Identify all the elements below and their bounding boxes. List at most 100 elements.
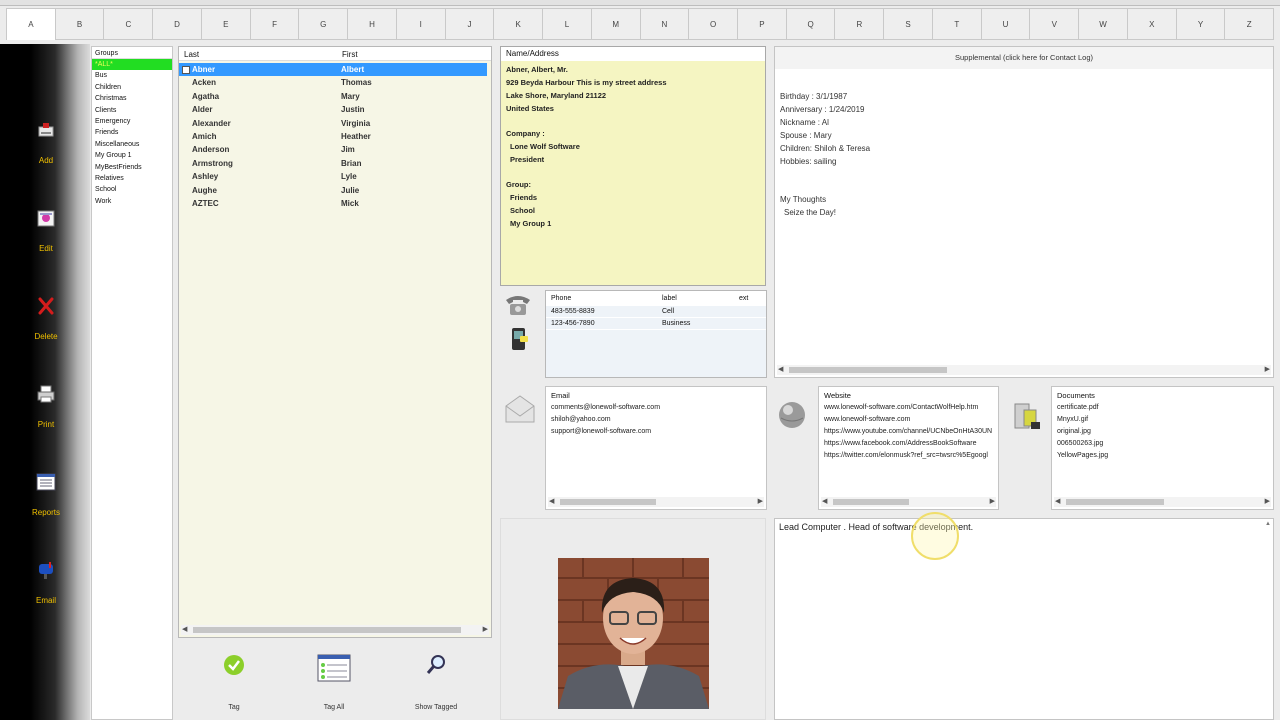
contact-row[interactable]: AZTEC Mick xyxy=(179,197,491,210)
group-item-work[interactable]: Work xyxy=(92,196,172,207)
supplemental-scrollbar[interactable]: ◀ ▶ xyxy=(777,365,1271,375)
group-item-miscellaneous[interactable]: Miscellaneous xyxy=(92,139,172,150)
tag-all-button[interactable]: Tag All xyxy=(312,654,356,711)
scroll-right-icon[interactable]: ▶ xyxy=(1265,497,1270,505)
group-item-all[interactable]: *ALL* xyxy=(92,59,172,71)
website-item[interactable]: https://www.facebook.com/AddressBookSoft… xyxy=(819,438,998,450)
scrollbar-thumb[interactable] xyxy=(560,499,656,505)
letter-tab-b[interactable]: B xyxy=(55,8,105,40)
group-item-emergency[interactable]: Emergency xyxy=(92,116,172,127)
supplemental-header[interactable]: Supplemental (click here for Contact Log… xyxy=(775,47,1273,69)
letter-tab-g[interactable]: G xyxy=(299,8,349,40)
letter-tab-z[interactable]: Z xyxy=(1225,8,1275,40)
letter-tab-l[interactable]: L xyxy=(543,8,592,40)
contact-photo[interactable] xyxy=(558,558,709,709)
website-item[interactable]: www.lonewolf-software.com/ContactWolfHel… xyxy=(819,402,998,414)
website-item[interactable]: www.lonewolf-software.com xyxy=(819,414,998,426)
scroll-left-icon[interactable]: ◀ xyxy=(822,497,827,505)
reports-button[interactable]: Reports xyxy=(30,472,62,517)
letter-tab-h[interactable]: H xyxy=(348,8,397,40)
letter-tab-t[interactable]: T xyxy=(932,8,982,40)
show-tagged-button[interactable]: Show Tagged xyxy=(408,654,464,711)
letter-tab-w[interactable]: W xyxy=(1079,8,1128,40)
delete-button[interactable]: Delete xyxy=(30,296,62,341)
scrollbar-thumb[interactable] xyxy=(193,627,461,633)
contact-row[interactable]: Acken Thomas xyxy=(179,76,491,89)
scroll-right-icon[interactable]: ▶ xyxy=(758,497,763,505)
website-item[interactable]: https://www.youtube.com/channel/UCNbeOnH… xyxy=(819,426,998,438)
letter-tab-y[interactable]: Y xyxy=(1176,8,1226,40)
scrollbar-thumb[interactable] xyxy=(833,499,909,505)
group-item-my-group-1[interactable]: My Group 1 xyxy=(92,150,172,161)
contact-row[interactable]: Amich Heather xyxy=(179,130,491,143)
document-item[interactable]: certificate.pdf xyxy=(1052,402,1273,414)
column-header-first[interactable]: First xyxy=(337,47,487,60)
contact-row[interactable]: Ashley Lyle xyxy=(179,170,491,183)
contact-row[interactable]: Armstrong Brian xyxy=(179,157,491,170)
letter-tab-a[interactable]: A xyxy=(6,8,56,40)
letter-tab-n[interactable]: N xyxy=(640,8,690,40)
scroll-left-icon[interactable]: ◀ xyxy=(182,625,187,633)
scroll-up-icon[interactable]: ▲ xyxy=(1265,521,1271,527)
print-button[interactable]: Print xyxy=(30,384,62,429)
group-item-bus[interactable]: Bus xyxy=(92,70,172,81)
scroll-right-icon[interactable]: ▶ xyxy=(990,497,995,505)
letter-tab-d[interactable]: D xyxy=(153,8,202,40)
letter-tab-p[interactable]: P xyxy=(738,8,787,40)
email-item[interactable]: comments@lonewolf-software.com xyxy=(546,402,766,414)
email-button[interactable]: Email xyxy=(30,560,62,605)
scrollbar-thumb[interactable] xyxy=(789,367,947,373)
phone-row[interactable]: 123-456-7890 Business xyxy=(546,318,766,330)
letter-tab-r[interactable]: R xyxy=(835,8,885,40)
contact-row[interactable]: Alexander Virginia xyxy=(179,117,491,130)
group-item-children[interactable]: Children xyxy=(92,82,172,93)
scroll-right-icon[interactable]: ▶ xyxy=(483,625,488,633)
scroll-left-icon[interactable]: ◀ xyxy=(1055,497,1060,505)
group-item-mybestfriends[interactable]: MyBestFriends xyxy=(92,162,172,173)
letter-tab-s[interactable]: S xyxy=(884,8,933,40)
email-scrollbar[interactable]: ◀ ▶ xyxy=(548,497,764,507)
letter-tab-c[interactable]: C xyxy=(104,8,154,40)
letter-tab-i[interactable]: I xyxy=(396,8,446,40)
email-item[interactable]: support@lonewolf-software.com xyxy=(546,426,766,438)
add-button[interactable]: Add xyxy=(30,120,62,165)
contact-row[interactable]: Alder Justin xyxy=(179,103,491,116)
letter-tab-e[interactable]: E xyxy=(201,8,251,40)
letter-tab-o[interactable]: O xyxy=(689,8,739,40)
website-item[interactable]: https://twitter.com/elonmusk?ref_src=tws… xyxy=(819,450,998,462)
edit-button[interactable]: Edit xyxy=(30,208,62,253)
letter-tab-q[interactable]: Q xyxy=(786,8,836,40)
scroll-left-icon[interactable]: ◀ xyxy=(549,497,554,505)
scroll-left-icon[interactable]: ◀ xyxy=(778,365,783,373)
letter-tab-x[interactable]: X xyxy=(1127,8,1177,40)
contact-list-scrollbar[interactable]: ◀ ▶ xyxy=(181,625,489,635)
group-item-christmas[interactable]: Christmas xyxy=(92,93,172,104)
letter-tab-f[interactable]: F xyxy=(250,8,300,40)
notes-textarea[interactable]: Lead Computer . Head of software develop… xyxy=(774,512,1274,720)
group-item-friends[interactable]: Friends xyxy=(92,127,172,138)
tag-button[interactable]: Tag xyxy=(214,654,254,711)
contact-row[interactable]: Aughe Julie xyxy=(179,184,491,197)
documents-scrollbar[interactable]: ◀ ▶ xyxy=(1054,497,1271,507)
scrollbar-thumb[interactable] xyxy=(1066,499,1164,505)
contact-row[interactable]: Agatha Mary xyxy=(179,90,491,103)
group-item-clients[interactable]: Clients xyxy=(92,105,172,116)
letter-tab-j[interactable]: J xyxy=(445,8,495,40)
contact-row[interactable]: Anderson Jim xyxy=(179,143,491,156)
group-item-relatives[interactable]: Relatives xyxy=(92,173,172,184)
document-item[interactable]: MnyxU.gif xyxy=(1052,414,1273,426)
group-item-school[interactable]: School xyxy=(92,184,172,195)
contact-row[interactable]: Abner Albert xyxy=(179,63,491,77)
website-scrollbar[interactable]: ◀ ▶ xyxy=(821,497,996,507)
document-item[interactable]: 006500263.jpg xyxy=(1052,438,1273,450)
scroll-right-icon[interactable]: ▶ xyxy=(1265,365,1270,373)
email-item[interactable]: shiloh@yahoo.com xyxy=(546,414,766,426)
document-item[interactable]: original.jpg xyxy=(1052,426,1273,438)
phone-row[interactable]: 483-555-8839 Cell xyxy=(546,306,766,318)
document-item[interactable]: YellowPages.jpg xyxy=(1052,450,1273,462)
letter-tab-u[interactable]: U xyxy=(981,8,1031,40)
letter-tab-k[interactable]: K xyxy=(494,8,544,40)
letter-tab-v[interactable]: V xyxy=(1030,8,1080,40)
column-header-last[interactable]: Last xyxy=(179,47,337,60)
letter-tab-m[interactable]: M xyxy=(591,8,641,40)
